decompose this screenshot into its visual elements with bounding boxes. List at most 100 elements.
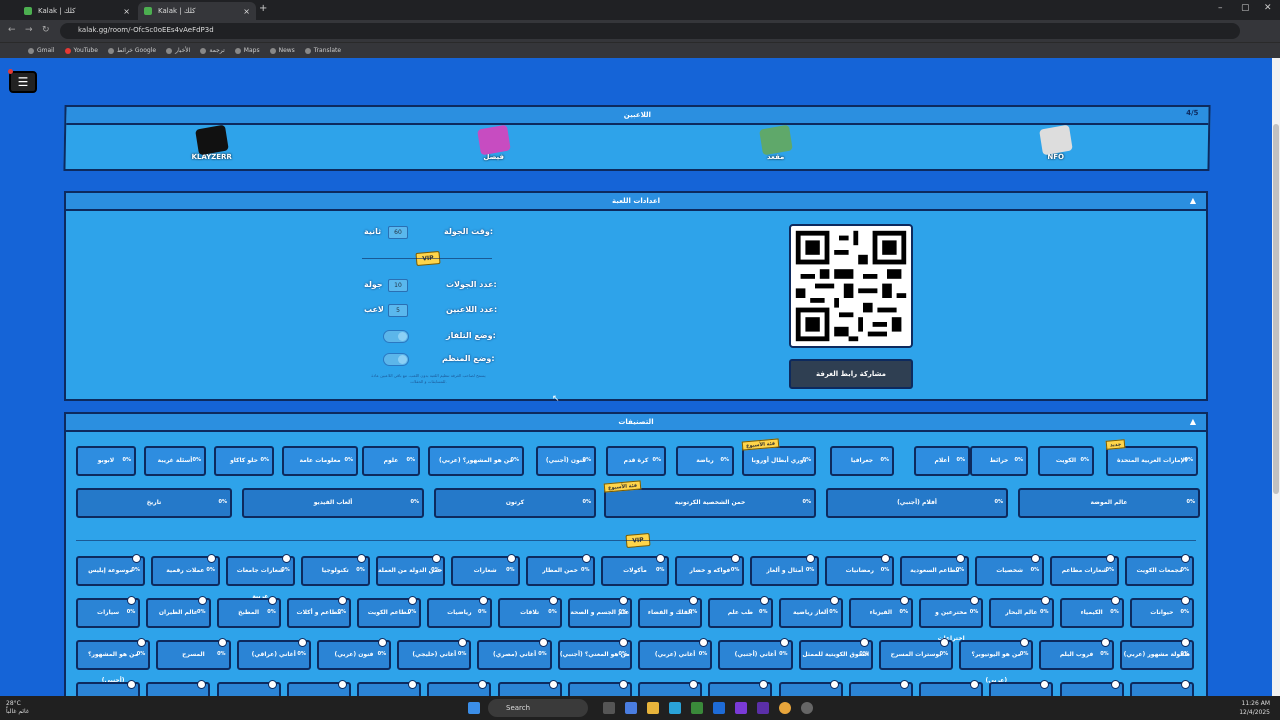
app-icon[interactable] <box>757 702 769 714</box>
category-button[interactable] <box>497 680 562 696</box>
page-scrollbar[interactable] <box>1272 58 1280 696</box>
file-explorer-icon[interactable] <box>647 702 659 714</box>
category-button[interactable]: مطاعم الكويت 0% <box>357 596 422 628</box>
category-button[interactable]: السوق الكويتية للممثل 0% <box>798 638 873 670</box>
category-button[interactable] <box>778 680 843 696</box>
task-view-icon[interactable] <box>603 702 615 714</box>
collapse-chevron-up-icon[interactable]: ▲ <box>1190 196 1196 205</box>
organizer-mode-toggle[interactable] <box>383 353 409 366</box>
browser-tab-active[interactable]: Kalak | كلك × <box>138 2 256 20</box>
category-button[interactable] <box>427 680 492 696</box>
category-button[interactable]: الإمارات العربية المتحدة 0% جديد <box>1105 439 1198 476</box>
category-button[interactable]: لابوبو 0% <box>76 446 136 476</box>
category-button[interactable]: فنون (عربي) 0% <box>316 638 392 670</box>
bookmark-item[interactable]: خرائط Google <box>107 47 156 54</box>
forward-icon[interactable]: → <box>25 25 33 35</box>
category-button[interactable]: مأكولات 0% <box>600 554 670 586</box>
category-button[interactable]: حلو كاكاو 0% <box>214 446 274 476</box>
category-button[interactable]: الفيزياء 0% <box>848 596 913 628</box>
category-button[interactable]: طب علم 0% <box>708 596 773 628</box>
category-button[interactable] <box>146 680 211 696</box>
edge-icon[interactable] <box>669 702 681 714</box>
category-button[interactable]: خمن الشخصية الكرتونية 0% فئة الأسبوع <box>603 480 816 518</box>
new-tab-icon[interactable]: + <box>259 3 267 14</box>
minimize-icon[interactable]: – <box>1218 3 1223 13</box>
category-button[interactable]: الكويت 0% <box>1038 446 1094 476</box>
category-button[interactable]: تلافات 0% <box>497 596 562 628</box>
category-button[interactable] <box>989 680 1054 696</box>
category-button[interactable] <box>216 680 281 696</box>
close-tab-icon[interactable]: × <box>123 7 130 16</box>
windows-start-icon[interactable] <box>468 702 480 714</box>
category-button[interactable] <box>1059 680 1124 696</box>
category-button[interactable]: المسرح 0% <box>156 638 231 670</box>
close-tab-icon[interactable]: × <box>243 7 250 16</box>
category-button[interactable]: أعلام 0% <box>914 446 970 476</box>
category-button[interactable]: علوم 0% <box>362 446 420 476</box>
category-button[interactable]: خمن المطار 0% <box>525 554 595 586</box>
taskbar-search[interactable]: Search <box>488 699 588 717</box>
category-button[interactable]: الكيمياء 0% <box>1059 596 1124 628</box>
rounds-select[interactable]: 10 <box>388 279 408 292</box>
category-button[interactable] <box>76 680 140 696</box>
category-button[interactable]: شعارات جامعات عربية 0% <box>225 554 295 600</box>
bookmark-item[interactable]: الأخبار <box>166 47 190 54</box>
category-button[interactable] <box>567 680 632 696</box>
category-button[interactable]: ألغاز رياضية 0% <box>778 596 843 628</box>
category-button[interactable]: عملات رقمية 0% <box>150 554 220 586</box>
category-button[interactable]: فروب البلم 0% <box>1039 638 1114 670</box>
back-icon[interactable]: ← <box>8 25 16 35</box>
category-button[interactable]: أغاني (أجنبي) 0% <box>718 638 793 670</box>
player-card[interactable]: فيصل <box>464 124 525 161</box>
player-card[interactable]: مقعد <box>746 124 807 161</box>
category-button[interactable] <box>708 680 773 696</box>
close-window-icon[interactable]: ✕ <box>1264 3 1272 13</box>
players-count-select[interactable]: 5 <box>388 304 408 317</box>
bookmark-item[interactable]: ترجمة <box>200 47 225 54</box>
category-button[interactable]: من هو المغني؟ (أجنبي) 0% <box>557 638 632 670</box>
category-button[interactable]: أفلام (أجنبي) 0% <box>826 488 1008 518</box>
maximize-icon[interactable]: ▢ <box>1241 3 1250 13</box>
category-button[interactable]: من هو اليوتيوبر؟ (عربي) 0% <box>959 638 1034 684</box>
scrollbar-thumb[interactable] <box>1273 124 1279 494</box>
category-button[interactable]: من هو المشهور؟ (أجنبي) 0% <box>76 638 151 684</box>
app-icon[interactable] <box>801 702 813 714</box>
category-button[interactable] <box>919 680 983 696</box>
category-button[interactable]: خمن الدولة من العملة 0% <box>375 554 445 586</box>
hamburger-menu-button[interactable]: ☰ <box>9 71 37 93</box>
category-button[interactable]: أغاني (مصري) 0% <box>477 638 552 670</box>
category-button[interactable]: علم الجسم و الصحة 0% <box>567 596 632 628</box>
category-button[interactable]: أغاني (عربي) 0% <box>638 638 713 670</box>
category-button[interactable]: أغاني (عراقي) 0% <box>236 638 311 670</box>
category-button[interactable]: كرة قدم 0% <box>606 446 666 476</box>
reload-icon[interactable]: ↻ <box>42 25 50 35</box>
category-button[interactable]: بوسترات المسرح 0% <box>878 638 954 670</box>
widgets-icon[interactable] <box>625 702 637 714</box>
weather-widget[interactable]: 28°C غائم غالباً <box>6 700 29 716</box>
category-button[interactable]: مجمعات الكويت 0% <box>1125 554 1194 586</box>
collapse-chevron-up-icon[interactable]: ▲ <box>1190 417 1196 426</box>
bookmark-item[interactable]: Translate <box>304 47 341 54</box>
category-button[interactable]: مطاعم السعودية 0% <box>900 554 970 586</box>
bookmark-item[interactable]: Maps <box>234 47 260 54</box>
category-button[interactable]: حيوانات 0% <box>1129 596 1194 628</box>
store-icon[interactable] <box>691 702 703 714</box>
category-button[interactable]: سيارات 0% <box>76 596 141 628</box>
round-time-select[interactable]: 60 <box>388 226 408 239</box>
category-button[interactable]: تاريخ 0% <box>76 488 232 518</box>
category-button[interactable]: الفلك و الفضاء 0% <box>638 596 703 628</box>
bookmark-item[interactable]: YouTube <box>64 47 98 54</box>
category-button[interactable]: عالم البحار 0% <box>989 596 1054 628</box>
category-button[interactable] <box>638 680 702 696</box>
bookmark-item[interactable]: News <box>269 47 295 54</box>
category-button[interactable]: شعارات مطاعم 0% <box>1050 554 1120 586</box>
category-button[interactable]: رياضة 0% <box>676 446 734 476</box>
bookmark-item[interactable]: Gmail <box>28 47 55 54</box>
player-card[interactable]: NFO <box>1026 124 1087 161</box>
player-card[interactable]: KLAYZERR <box>182 124 243 161</box>
category-button[interactable] <box>848 680 913 696</box>
category-button[interactable]: شخصيات 0% <box>975 554 1045 586</box>
category-button[interactable]: أغاني (خليجي) 0% <box>397 638 472 670</box>
category-button[interactable]: طفولة مشهور (عربي) 0% <box>1119 638 1194 670</box>
system-clock[interactable]: 11:26 AM 12/4/2025 <box>1239 699 1270 717</box>
